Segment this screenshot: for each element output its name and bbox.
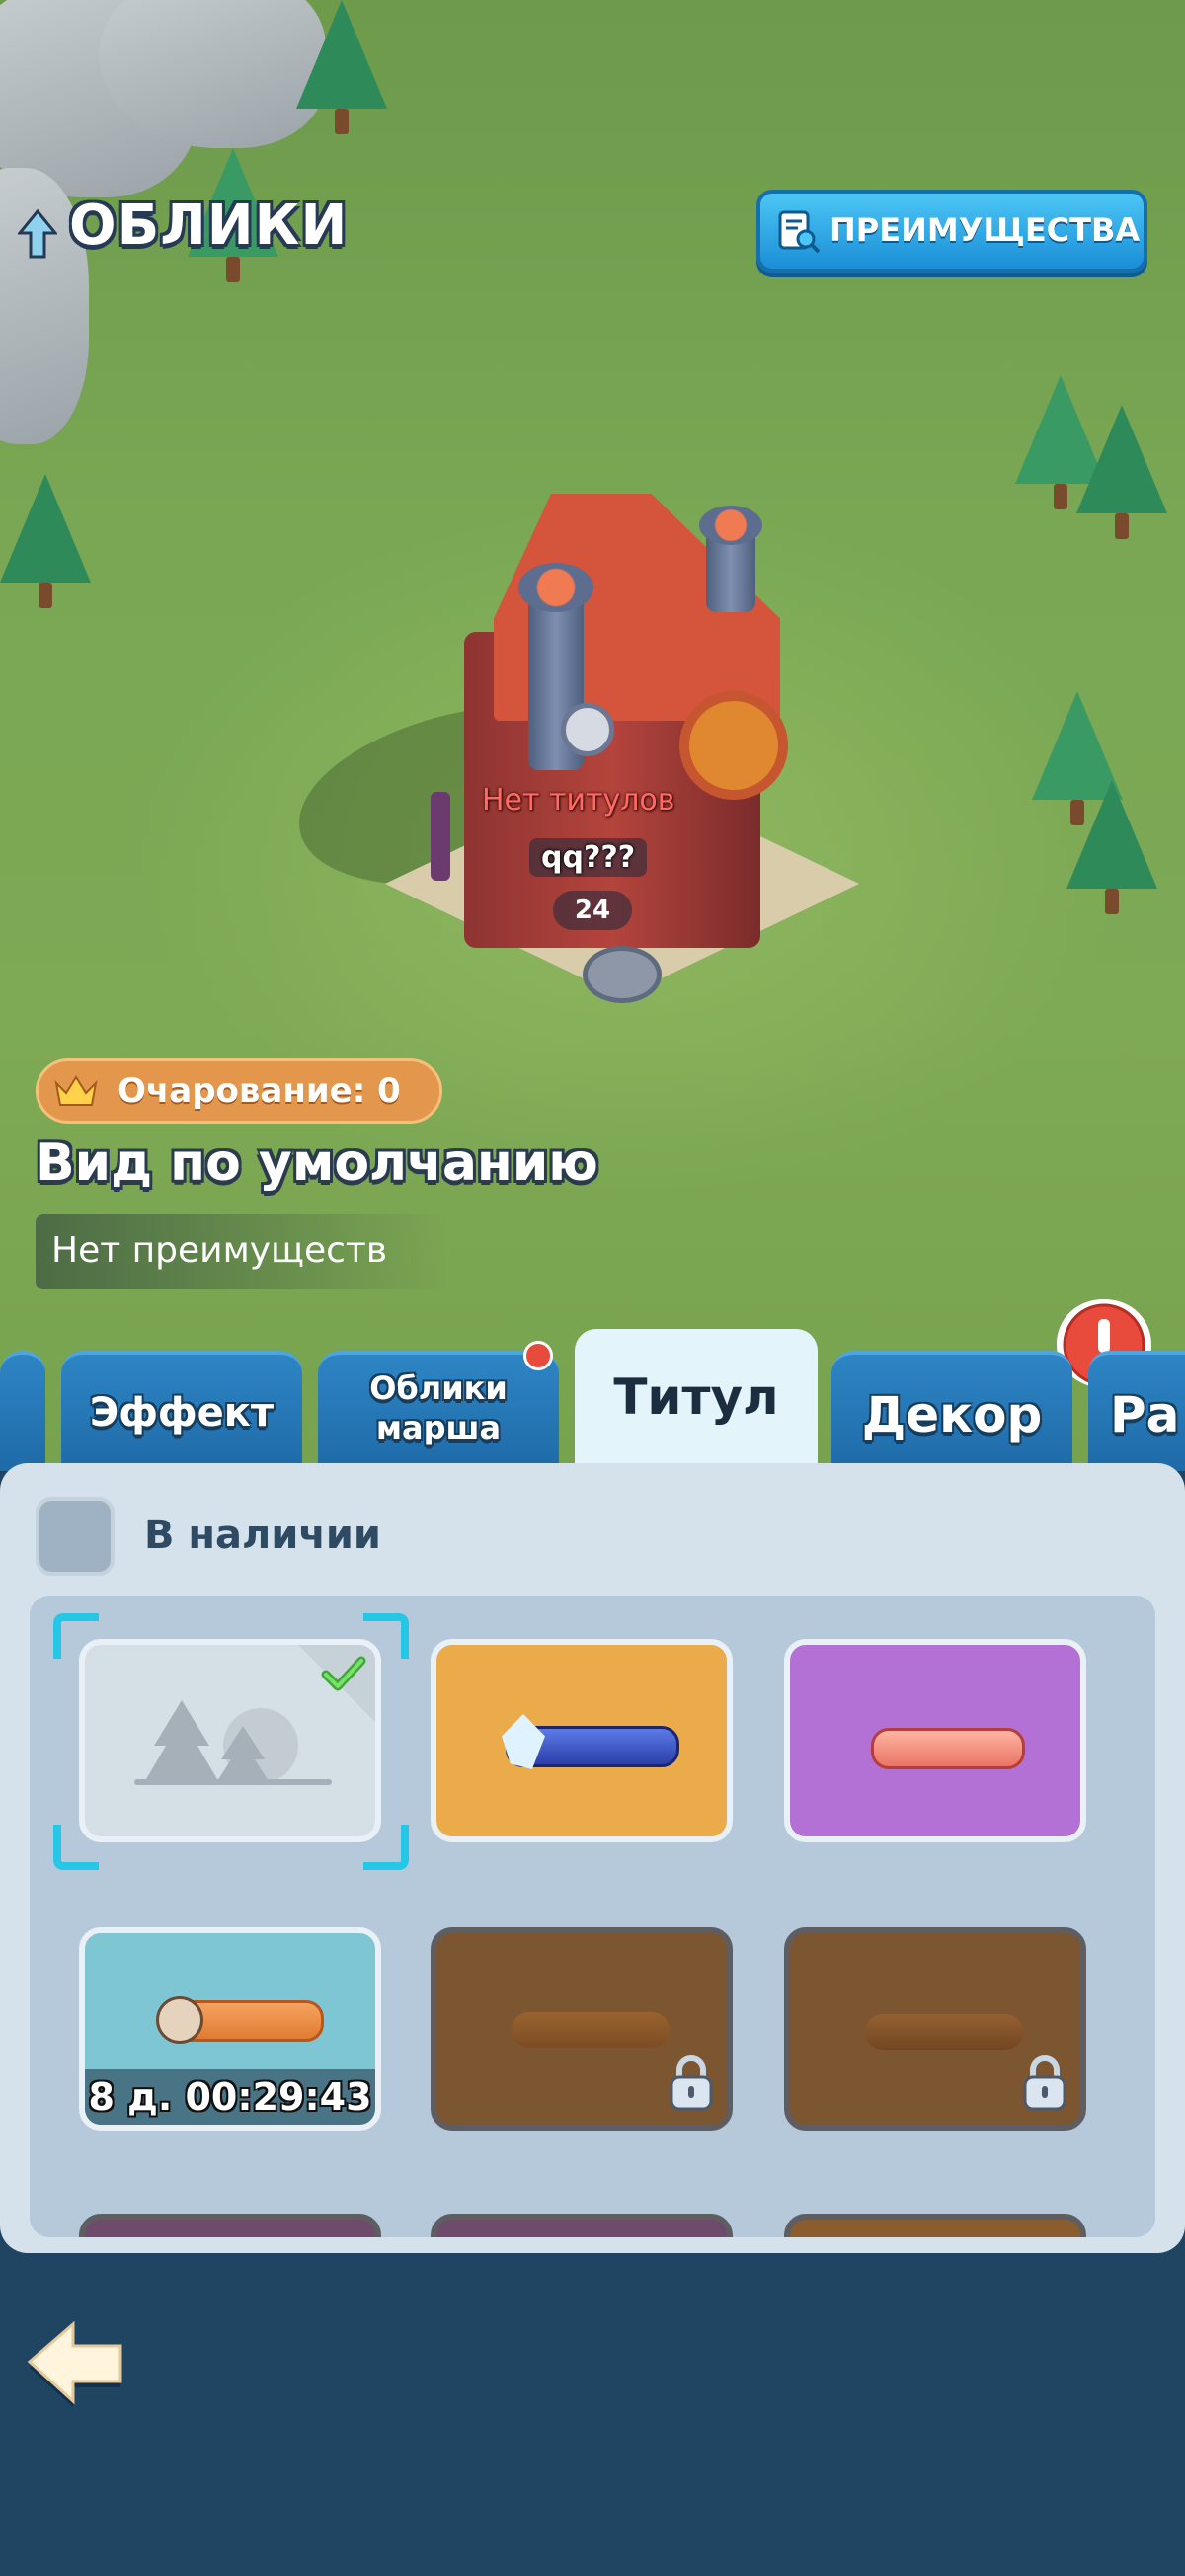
tab-decor[interactable]: Декор [831,1351,1072,1471]
title-card-locked[interactable] [431,1927,733,2131]
tab-partial-label: Ра [1110,1386,1180,1444]
padlock-icon [670,2055,713,2111]
title-card-blue[interactable] [431,1639,733,1842]
title-card-default[interactable] [79,1639,381,1842]
tab-decor-label: Декор [861,1386,1043,1444]
skin-name: Вид по умолчанию [36,1133,598,1193]
title-card-orange[interactable]: 8 д. 00:29:43 [79,1927,381,2131]
benefits-button-label: ПРЕИМУЩЕСТВА [830,211,1141,249]
selection-corner [363,1825,409,1870]
title-card-partial[interactable] [784,2214,1086,2237]
tree-decoration [296,0,387,134]
selection-corner [53,1825,99,1870]
no-titles-label: Нет титулов [482,783,675,818]
tree-decoration [0,474,91,608]
building-chimney-cap [518,563,593,612]
benefits-description: Нет преимуществ [36,1214,450,1289]
clock-icon [561,703,614,756]
charm-badge: Очарование: 0 [36,1058,442,1124]
title-card-partial[interactable] [431,2214,733,2237]
tab-effect-label: Эффект [89,1390,275,1436]
tree-decoration [1066,780,1157,914]
manhole-cover [583,946,662,1003]
bottom-bar [0,2253,1185,2576]
ribbon-pink [871,1728,1025,1769]
titles-grid: 8 д. 00:29:43 [30,1596,1155,2237]
page-title: ОБЛИКИ [69,194,349,258]
expiry-timer: 8 д. 00:29:43 [85,2069,375,2125]
tab-title[interactable]: Титул [575,1329,818,1477]
ribbon-brown [865,2014,1023,2050]
player-name-label: qq??? [529,838,648,877]
charm-label: Очарование: 0 [118,1071,401,1111]
tab-effect[interactable]: Эффект [61,1351,302,1471]
tab-march-skins[interactable]: Облики марша [318,1351,559,1471]
tree-decoration [1076,405,1167,539]
building-chimney-cap [699,506,762,545]
selection-corner [53,1613,99,1659]
building-dial [679,691,788,800]
available-label: В наличии [144,1513,381,1558]
tab-scroll-edge [0,1351,45,1471]
level-badge: 24 [553,891,632,930]
benefits-button[interactable]: ПРЕИМУЩЕСТВА [756,190,1147,273]
title-card-locked[interactable] [784,1927,1086,2131]
available-checkbox[interactable] [36,1497,115,1576]
benefits-text: Нет преимуществ [51,1230,388,1271]
ribbon-emblem [156,1996,203,2044]
selection-corner [363,1613,409,1659]
crown-icon [54,1075,98,1106]
default-trees-icon [134,1700,332,1785]
tab-title-label: Титул [613,1368,779,1426]
tab-partial[interactable]: Ра [1088,1351,1185,1471]
tab-march-skins-label: Облики марша [369,1369,508,1446]
back-arrow-icon[interactable] [22,2312,130,2411]
padlock-icon [1023,2055,1066,2111]
notification-dot [523,1341,553,1370]
up-arrow-icon [18,209,57,259]
document-search-icon [778,210,821,254]
title-card-partial[interactable] [79,2214,381,2237]
checkmark-icon [321,1656,366,1691]
ribbon-brown [512,2012,670,2048]
title-card-pink[interactable] [784,1639,1086,1842]
building-pipe [431,792,450,881]
